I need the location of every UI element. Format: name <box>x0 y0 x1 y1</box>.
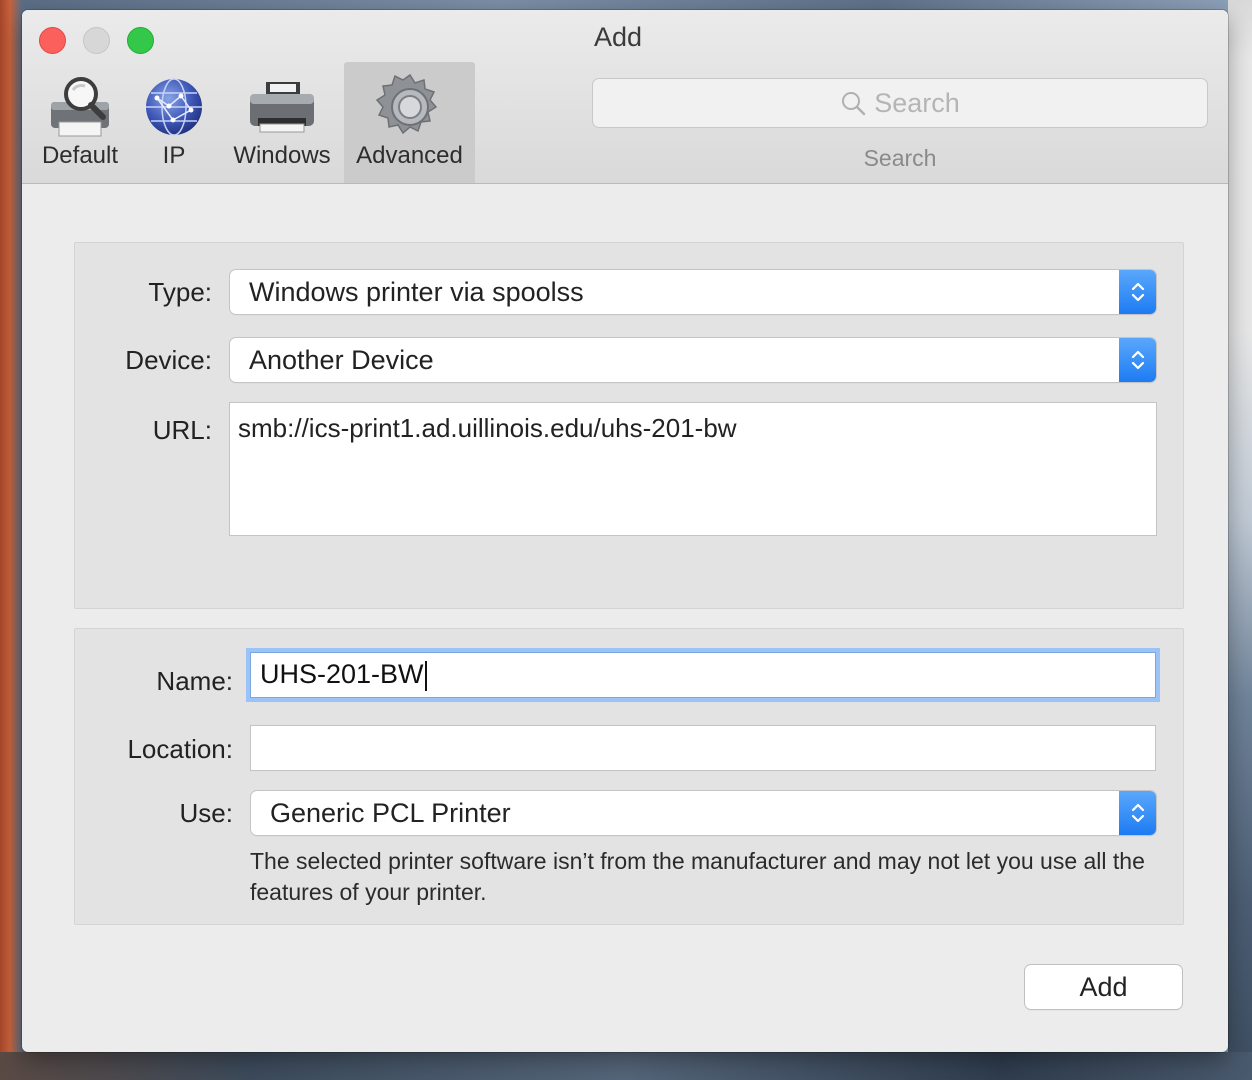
type-value: Windows printer via spoolss <box>249 277 584 307</box>
device-popup-arrows <box>1119 338 1156 382</box>
text-caret <box>424 660 427 691</box>
type-popup[interactable]: Windows printer via spoolss <box>230 270 1156 314</box>
search-caption: Search <box>863 145 937 171</box>
device-popup[interactable]: Another Device <box>230 338 1156 382</box>
tab-ip[interactable]: IP <box>132 62 216 183</box>
add-printer-window: Add Default IP Windows Advanced Search S… <box>22 10 1228 1052</box>
url-value: smb://ics-print1.ad.uillinois.edu/uhs-20… <box>238 413 737 443</box>
desktop-background-bottom <box>0 1052 1252 1080</box>
tab-default-label: Default <box>41 142 119 169</box>
printer-magnifier-icon <box>51 77 109 137</box>
name-label: Name: <box>156 666 233 696</box>
url-label: URL: <box>152 415 212 445</box>
gear-icon <box>375 73 437 135</box>
name-field[interactable]: UHS-201-BW <box>250 652 1156 698</box>
add-button[interactable]: Add <box>1025 965 1182 1009</box>
tab-advanced-label: Advanced <box>356 142 463 169</box>
search-field[interactable]: Search <box>592 78 1208 128</box>
type-label: Type: <box>148 277 212 307</box>
chevron-updown-icon <box>1131 282 1144 302</box>
use-popup[interactable]: Generic PCL Printer <box>251 791 1156 835</box>
globe-icon <box>146 78 202 136</box>
use-label: Use: <box>179 798 233 828</box>
device-value: Another Device <box>249 345 434 375</box>
tab-advanced[interactable]: Advanced <box>344 62 475 183</box>
name-value: UHS-201-BW <box>260 659 424 689</box>
printer-icon <box>250 82 314 133</box>
type-popup-arrows <box>1119 270 1156 314</box>
tab-default[interactable]: Default <box>30 62 130 183</box>
chevron-updown-icon <box>1131 803 1144 823</box>
tab-windows[interactable]: Windows <box>222 62 342 183</box>
chevron-updown-icon <box>1131 350 1144 370</box>
search-icon <box>842 92 866 116</box>
use-popup-arrows <box>1119 791 1156 835</box>
driver-warning-note: The selected printer software isn’t from… <box>250 848 1145 905</box>
url-field[interactable]: smb://ics-print1.ad.uillinois.edu/uhs-20… <box>229 402 1157 536</box>
use-value: Generic PCL Printer <box>270 798 511 828</box>
location-label: Location: <box>127 734 233 764</box>
desktop-background-right <box>1228 0 1252 1080</box>
window-toolbar: Add Default IP Windows Advanced Search S… <box>22 10 1228 184</box>
window-title: Add <box>593 22 643 52</box>
search-placeholder: Search <box>874 87 960 118</box>
location-field[interactable] <box>250 725 1156 771</box>
device-label: Device: <box>125 345 212 375</box>
tab-ip-label: IP <box>162 142 186 169</box>
tab-windows-label: Windows <box>233 142 331 169</box>
